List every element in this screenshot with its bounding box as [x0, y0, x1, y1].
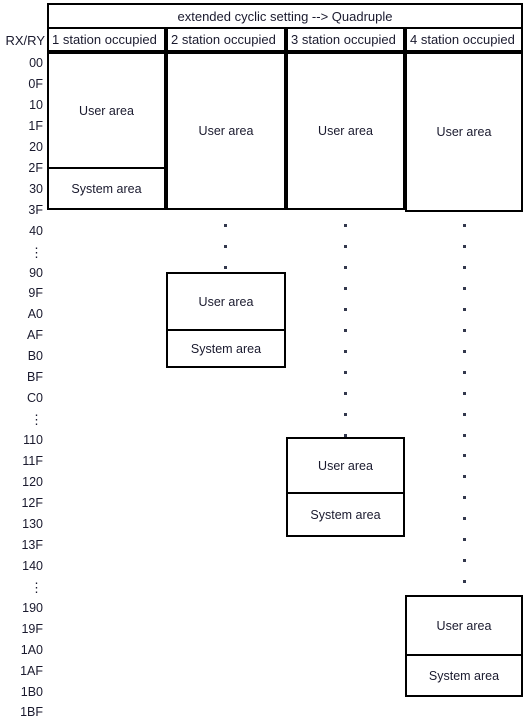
continuation-dot	[344, 433, 347, 437]
column-header-1-station: 1 station occupied	[47, 29, 166, 52]
col2-user-area-top-label: User area	[198, 124, 254, 138]
continuation-dot	[463, 559, 466, 563]
col1-user-area-label: User area	[79, 103, 134, 118]
address-label-00: 00	[29, 56, 43, 70]
continuation-dot	[463, 307, 466, 311]
address-label-12F: 12F	[21, 495, 43, 510]
col1-user-area-box: User area	[47, 52, 166, 168]
continuation-dot	[224, 244, 227, 248]
col3-system-area-box: System area	[286, 493, 405, 537]
continuation-dot	[344, 224, 347, 227]
address-label-B0: B0	[27, 349, 43, 364]
col3-user-area-bottom-box: User area	[286, 437, 405, 493]
address-label-1BF: 1BF	[20, 705, 43, 720]
address-label-2F: 2F	[28, 160, 43, 175]
address-label-0F: 0F	[28, 76, 43, 91]
address-ellipsis: ⋮	[30, 412, 43, 428]
col3-user-area-bottom-label: User area	[318, 458, 373, 473]
address-label-BF: BF	[27, 370, 43, 385]
address-ellipsis: ⋮	[30, 579, 43, 595]
continuation-dot	[463, 286, 466, 290]
address-label-190: 190	[22, 600, 43, 615]
address-label-140: 140	[22, 558, 43, 573]
address-ellipsis: ⋮	[30, 244, 43, 260]
col2-user-area-bottom-box: User area	[166, 272, 286, 330]
continuation-dot	[224, 224, 227, 227]
address-label-110: 110	[23, 433, 43, 448]
address-label-10: 10	[29, 97, 43, 112]
address-label-20: 20	[29, 139, 43, 154]
address-label-11F: 11F	[22, 454, 43, 469]
address-label-1A0: 1A0	[20, 642, 43, 657]
col2-system-area-box: System area	[166, 330, 286, 368]
continuation-dot	[463, 496, 466, 500]
col4-user-area-bottom-label: User area	[436, 618, 492, 633]
continuation-dot	[463, 370, 466, 374]
address-label-90: 90	[29, 265, 43, 280]
column-header-2-station: 2 station occupied	[166, 29, 286, 52]
continuation-dot	[463, 580, 466, 584]
col3-system-area-label: System area	[310, 507, 381, 522]
address-label-120: 120	[22, 475, 43, 489]
continuation-dot	[224, 265, 227, 269]
continuation-dot	[344, 307, 347, 311]
continuation-dot	[463, 391, 466, 395]
col1-system-area-label: System area	[71, 181, 142, 196]
continuation-dot	[463, 433, 466, 437]
continuation-dot	[344, 349, 347, 353]
continuation-dot	[463, 475, 466, 479]
address-label-130: 130	[22, 516, 43, 531]
col4-user-area-top-label: User area	[436, 125, 492, 139]
address-label-AF: AF	[27, 328, 43, 343]
col4-user-area-top-box: User area	[405, 52, 523, 212]
col4-system-area-box: System area	[405, 655, 523, 697]
continuation-dot	[344, 412, 347, 416]
col1-system-area-box: System area	[47, 168, 166, 210]
col3-user-area-top-label: User area	[318, 124, 373, 138]
continuation-dot	[463, 538, 466, 542]
col4-system-area-label: System area	[428, 668, 500, 683]
col2-system-area-label: System area	[190, 341, 262, 356]
continuation-dot	[463, 244, 466, 248]
continuation-dot	[463, 454, 466, 458]
continuation-dot	[463, 517, 466, 521]
address-label-1B0: 1B0	[20, 684, 43, 699]
address-label-1AF: 1AF	[20, 663, 43, 678]
rx-ry-memory-map-diagram: extended cyclic setting --> Quadruple RX…	[0, 0, 527, 719]
address-label-9F: 9F	[28, 286, 43, 301]
continuation-dot	[344, 370, 347, 374]
address-label-A0: A0	[27, 307, 43, 322]
col2-user-area-top-box: User area	[166, 52, 286, 210]
address-label-40: 40	[29, 223, 43, 238]
address-label-1F: 1F	[28, 118, 43, 133]
continuation-dot	[463, 328, 466, 332]
continuation-dot	[344, 328, 347, 332]
col2-user-area-bottom-label: User area	[198, 294, 254, 309]
continuation-dot	[463, 265, 466, 269]
continuation-dot	[344, 244, 347, 248]
continuation-dot	[463, 412, 466, 416]
continuation-dot	[463, 349, 466, 353]
column-header-4-station: 4 station occupied	[405, 29, 523, 52]
address-label-3F: 3F	[28, 202, 43, 217]
continuation-dot	[344, 391, 347, 395]
col3-user-area-top-box: User area	[286, 52, 405, 210]
address-label-C0: C0	[27, 391, 43, 406]
continuation-dot	[344, 265, 347, 269]
continuation-dot	[344, 286, 347, 290]
row-axis-label: RX/RY	[5, 33, 46, 48]
diagram-title: extended cyclic setting --> Quadruple	[47, 3, 523, 29]
continuation-dot	[463, 224, 466, 227]
col4-user-area-bottom-box: User area	[405, 595, 523, 655]
address-label-30: 30	[29, 181, 43, 196]
address-label-19F: 19F	[21, 621, 43, 636]
column-header-3-station: 3 station occupied	[286, 29, 405, 52]
address-label-13F: 13F	[21, 537, 43, 552]
